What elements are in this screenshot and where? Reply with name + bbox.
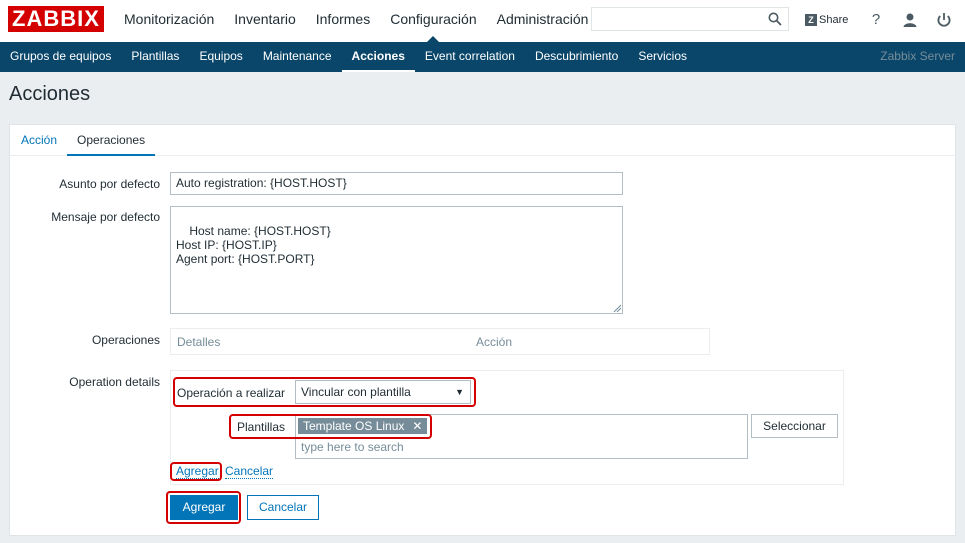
subject-input[interactable]: Auto registration: {HOST.HOST} <box>170 172 623 195</box>
main-menu: Monitorización Inventario Informes Confi… <box>114 0 598 42</box>
highlight-operation-type <box>173 377 476 407</box>
cancel-button[interactable]: Cancelar <box>247 495 319 520</box>
menu-administration[interactable]: Administración <box>487 0 599 42</box>
share-label: Share <box>819 14 849 26</box>
zabbix-logo[interactable]: ZABBIX <box>8 6 104 32</box>
resize-handle-icon[interactable] <box>613 304 621 312</box>
column-action: Acción <box>476 335 513 349</box>
submenu-discovery[interactable]: Descubrimiento <box>525 42 628 72</box>
highlight-templates <box>229 414 432 439</box>
help-icon[interactable]: ? <box>867 11 885 29</box>
sub-menu: Grupos de equipos Plantillas Equipos Mai… <box>0 42 965 72</box>
menu-inventory[interactable]: Inventario <box>224 0 305 42</box>
action-form-panel: Acción Operaciones Asunto por defecto Au… <box>9 124 956 536</box>
menu-reports[interactable]: Informes <box>306 0 380 42</box>
submenu-templates[interactable]: Plantillas <box>121 42 189 72</box>
submenu-hosts[interactable]: Equipos <box>189 42 252 72</box>
highlight-add-button <box>166 491 241 524</box>
submenu-actions[interactable]: Acciones <box>341 42 415 72</box>
tab-action[interactable]: Acción <box>11 125 67 156</box>
tab-operations[interactable]: Operaciones <box>67 125 156 156</box>
share-button[interactable]: Z Share <box>805 12 848 28</box>
highlight-add-link <box>170 462 222 481</box>
user-icon[interactable] <box>901 11 919 29</box>
submenu-maintenance[interactable]: Maintenance <box>253 42 342 72</box>
server-name: Zabbix Server <box>880 49 955 63</box>
template-search-placeholder[interactable]: type here to search <box>301 440 404 454</box>
message-textarea[interactable]: Host name: {HOST.HOST} Host IP: {HOST.IP… <box>170 206 623 314</box>
power-icon[interactable] <box>935 11 953 29</box>
page-title: Acciones <box>9 83 91 105</box>
column-details: Detalles <box>177 335 221 349</box>
search-icon[interactable] <box>768 12 782 26</box>
submenu-event-correlation[interactable]: Event correlation <box>415 42 525 72</box>
search-input[interactable] <box>591 7 789 31</box>
tab-bar: Acción Operaciones <box>10 125 955 156</box>
submenu-host-groups[interactable]: Grupos de equipos <box>0 42 121 72</box>
top-header: ZABBIX Monitorización Inventario Informe… <box>0 0 965 42</box>
submenu-services[interactable]: Servicios <box>628 42 697 72</box>
subject-label: Asunto por defecto <box>59 177 160 191</box>
operation-details-label: Operation details <box>69 375 160 389</box>
message-label: Mensaje por defecto <box>51 210 160 224</box>
share-icon: Z <box>805 14 817 26</box>
operations-table: Detalles Acción <box>170 328 710 355</box>
menu-monitoring[interactable]: Monitorización <box>114 0 224 42</box>
cancel-operation-link[interactable]: Cancelar <box>225 464 274 479</box>
menu-configuration[interactable]: Configuración <box>380 0 486 42</box>
operations-label: Operaciones <box>91 333 160 347</box>
select-templates-button[interactable]: Seleccionar <box>751 414 838 438</box>
message-text: Host name: {HOST.HOST} Host IP: {HOST.IP… <box>176 224 331 266</box>
